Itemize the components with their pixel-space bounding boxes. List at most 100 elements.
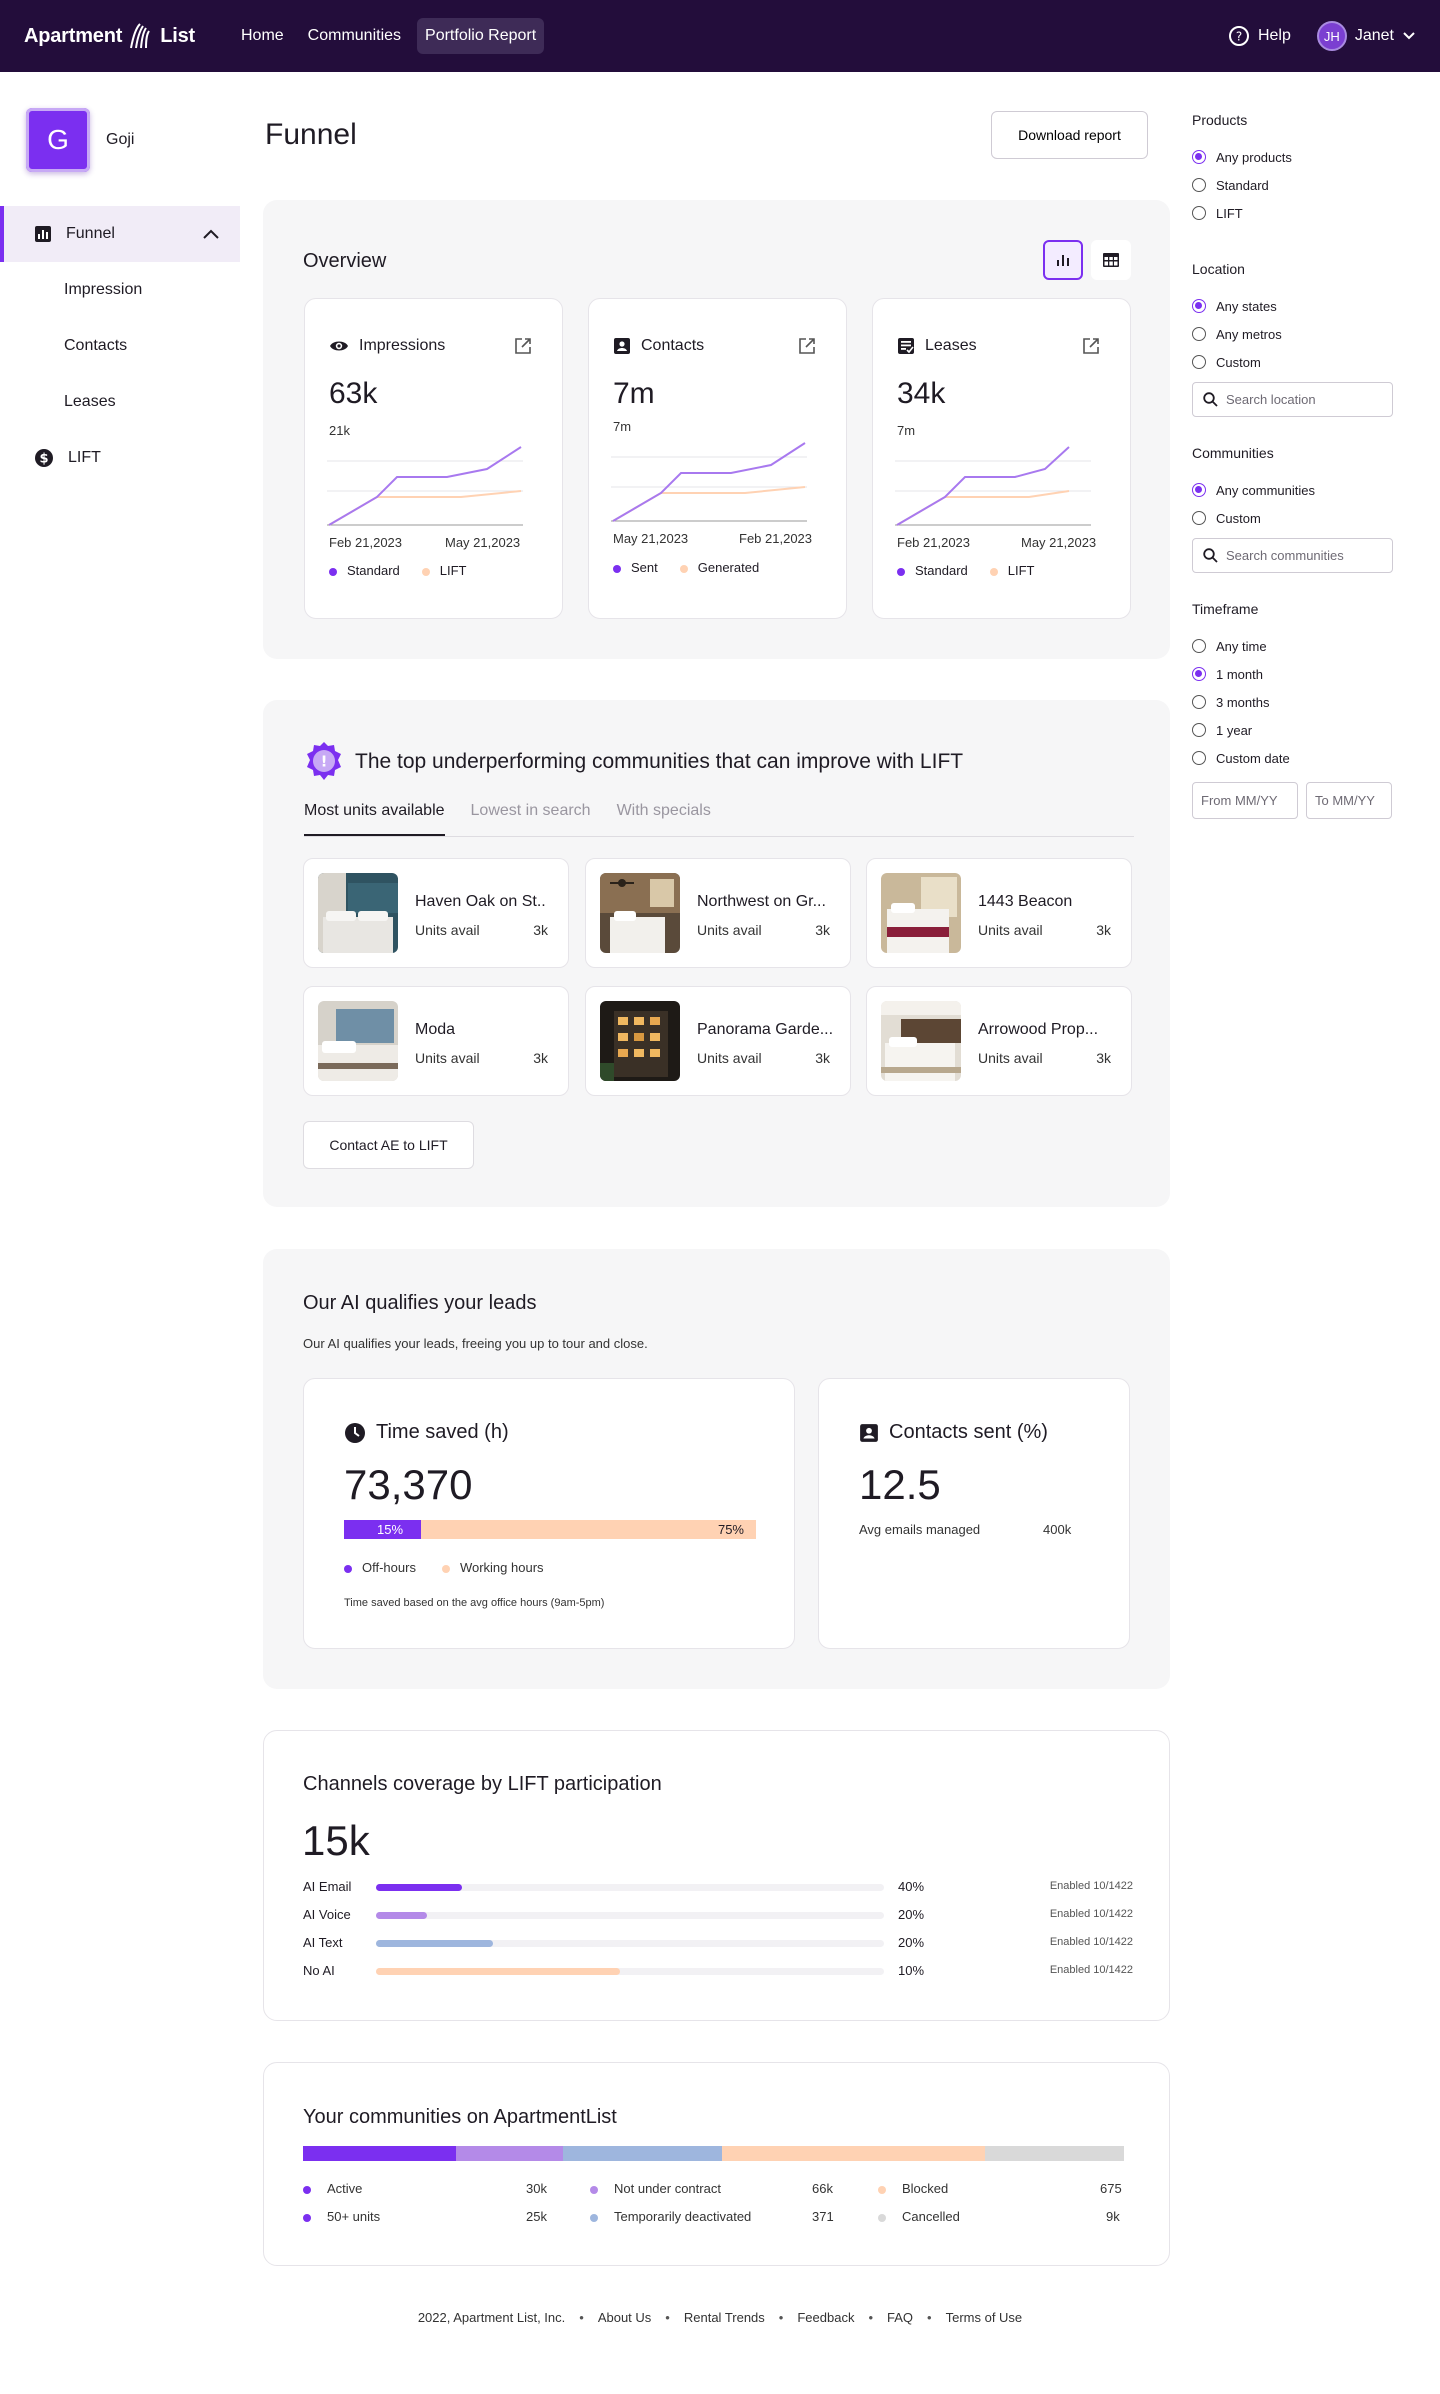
date-end: Feb 21,2023 [739, 531, 813, 546]
working-pct: 75% [717, 1522, 744, 1537]
impressions-card: Impressions 63k 21k Feb 21,2023 May 21,2… [304, 298, 563, 619]
avatar: JH [1316, 21, 1347, 51]
footer-copyright: 2022, Apartment List, Inc. [417, 2310, 566, 2325]
search-communities-input[interactable]: Search communities [1192, 538, 1393, 573]
nav-portfolio-report[interactable]: Portfolio Report [417, 18, 545, 54]
logo[interactable]: Apartment List [24, 22, 195, 50]
community-card[interactable]: Panorama Garde... Units avail 3k [585, 986, 851, 1096]
avg-emails-value: 400k [1043, 1522, 1072, 1537]
metric-sub: 7m [897, 423, 916, 438]
footer-terms[interactable]: Terms of Use [946, 2310, 1023, 2325]
sidebar-item-funnel[interactable]: Funnel [0, 206, 240, 262]
radio-any-metros[interactable]: Any metros [1192, 320, 1392, 348]
radio-custom-date[interactable]: Custom date [1192, 744, 1392, 772]
metric-value: 7m [613, 377, 655, 410]
nav-home[interactable]: Home [233, 18, 292, 54]
metric-title: Contacts [641, 337, 705, 354]
channel-track [376, 1940, 884, 1947]
external-link-icon[interactable] [798, 337, 816, 355]
radio-standard[interactable]: Standard [1192, 171, 1392, 199]
channel-pct: 10% [898, 1963, 925, 1978]
chevron-down-icon [1403, 32, 1415, 40]
metric-title: Impressions [359, 337, 446, 354]
table-view-toggle[interactable] [1091, 240, 1131, 280]
radio-communities-custom[interactable]: Custom [1192, 504, 1392, 532]
radio-1-year[interactable]: 1 year [1192, 716, 1392, 744]
metric-title: Leases [925, 337, 977, 354]
underperforming-title: The top underperforming communities that… [355, 750, 964, 773]
legend-item: Off-hours [344, 1560, 416, 1575]
community-card[interactable]: Haven Oak on St.. Units avail 3k [303, 858, 569, 968]
tab-lowest-search[interactable]: Lowest in search [471, 802, 591, 836]
logo-text-apartment: Apartment [24, 24, 123, 47]
footer-feedback[interactable]: Feedback [797, 2310, 854, 2325]
avg-emails-label: Avg emails managed [859, 1522, 981, 1537]
radio-any-communities[interactable]: Any communities [1192, 476, 1392, 504]
radio-any-products[interactable]: Any products [1192, 143, 1392, 171]
help-link[interactable]: ? Help [1228, 25, 1291, 47]
tab-with-specials[interactable]: With specials [617, 802, 711, 836]
community-status-value: 675 [1100, 2181, 1122, 2196]
search-location-input[interactable]: Search location [1192, 382, 1393, 417]
stack-not-under-contract [456, 2146, 563, 2161]
contact-ae-button[interactable]: Contact AE to LIFT [303, 1121, 474, 1169]
radio-any-states[interactable]: Any states [1192, 292, 1392, 320]
download-report-button[interactable]: Download report [991, 111, 1148, 159]
community-card[interactable]: 1443 Beacon Units avail 3k [866, 858, 1132, 968]
chart-view-toggle[interactable] [1043, 240, 1083, 280]
channel-label: AI Text [303, 1935, 343, 1950]
channel-enabled: Enabled 10/1422 [1049, 1908, 1133, 1920]
time-split-bar: 15% 75% [344, 1520, 756, 1539]
overview-title: Overview [303, 250, 387, 272]
logo-text-list: List [160, 24, 195, 47]
community-card[interactable]: Moda Units avail 3k [303, 986, 569, 1096]
external-link-icon[interactable] [1082, 337, 1100, 355]
community-name: Northwest on Gr... [697, 893, 826, 910]
footer-faq[interactable]: FAQ [887, 2310, 913, 2325]
communities-section [263, 2062, 1170, 2266]
date-from-input[interactable]: From MM/YY [1192, 782, 1298, 819]
table-icon [1103, 253, 1119, 267]
external-link-icon[interactable] [514, 337, 532, 355]
community-status-label: Not under contract [590, 2181, 721, 2196]
radio-location-custom[interactable]: Custom [1192, 348, 1392, 376]
filter-communities-title: Communities [1192, 445, 1274, 461]
date-to-input[interactable]: To MM/YY [1306, 782, 1392, 819]
sidebar-item-impression[interactable]: Impression [0, 262, 240, 318]
units-value: 3k [533, 1050, 548, 1066]
units-value: 3k [815, 922, 830, 938]
user-menu[interactable]: JH Janet [1316, 21, 1416, 51]
units-value: 3k [533, 922, 548, 938]
company-header: G Goji [0, 72, 240, 172]
radio-1-month[interactable]: 1 month [1192, 660, 1392, 688]
channel-row: AI Voice 20% Enabled 10/1422 [303, 1905, 1133, 1925]
community-tabs: Most units available Lowest in search Wi… [304, 802, 1134, 837]
community-card[interactable]: Northwest on Gr... Units avail 3k [585, 858, 851, 968]
channel-row: AI Text 20% Enabled 10/1422 [303, 1933, 1133, 1953]
community-name: Haven Oak on St.. [415, 893, 546, 910]
time-saved-title: Time saved (h) [376, 1421, 509, 1443]
footer-rental-trends[interactable]: Rental Trends [684, 2310, 765, 2325]
nav-communities[interactable]: Communities [300, 18, 409, 54]
sidebar-item-leases[interactable]: Leases [0, 374, 240, 430]
logo-icon [130, 23, 151, 49]
radio-3-months[interactable]: 3 months [1192, 688, 1392, 716]
sidebar-item-lift[interactable]: $ LIFT [0, 430, 240, 486]
contacts-card: Contacts 7m 7m May 21,2023 Feb 21,2023 S… [588, 298, 847, 619]
date-end: May 21,2023 [1021, 535, 1097, 550]
bar-chart-icon [1057, 255, 1069, 266]
radio-lift[interactable]: LIFT [1192, 199, 1392, 227]
units-label: Units avail [978, 922, 1043, 938]
community-status-label: Blocked [878, 2181, 948, 2196]
footer-about[interactable]: About Us [598, 2310, 651, 2325]
channels-title: Channels coverage by LIFT participation [303, 1773, 662, 1795]
sidebar-item-contacts[interactable]: Contacts [0, 318, 240, 374]
channel-track [376, 1884, 884, 1891]
bar-chart-icon [35, 226, 51, 242]
tab-most-units[interactable]: Most units available [304, 802, 445, 836]
radio-any-time[interactable]: Any time [1192, 632, 1392, 660]
community-card[interactable]: Arrowood Prop... Units avail 3k [866, 986, 1132, 1096]
legend-item: Generated [679, 560, 759, 575]
community-image [600, 1001, 680, 1081]
channel-label: AI Email [303, 1879, 352, 1894]
